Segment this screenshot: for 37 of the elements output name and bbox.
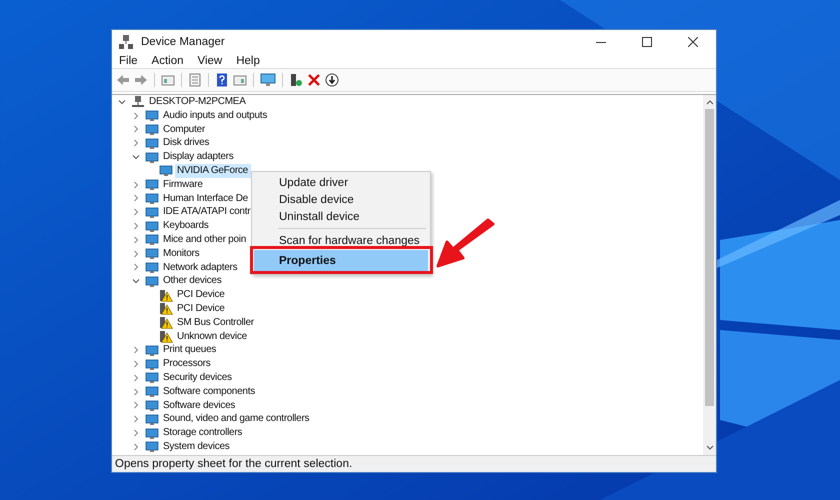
menu-item[interactable]: Action xyxy=(146,54,188,66)
menu-item[interactable]: View xyxy=(192,54,228,66)
window-title: Device Manager xyxy=(141,36,225,48)
tree-item[interactable]: Unknown device xyxy=(175,330,249,344)
status-text: Opens property sheet for the current selection. xyxy=(115,458,352,470)
tree-item[interactable]: Monitors xyxy=(161,246,202,261)
menu-item[interactable]: Help xyxy=(231,54,265,66)
tree-item[interactable]: Print queues xyxy=(161,343,218,358)
tree-item[interactable]: Security devices xyxy=(161,370,234,385)
tree-item[interactable]: Software devices xyxy=(161,398,238,412)
tree-item[interactable]: Software components xyxy=(161,384,257,399)
tree-item[interactable]: IDE ATA/ATAPI contr xyxy=(161,205,252,220)
tree-item[interactable]: Network adapters xyxy=(161,260,240,274)
tree-item[interactable]: Firmware xyxy=(161,178,205,192)
tree-item[interactable]: Display adapters xyxy=(161,150,236,164)
menu-item[interactable]: File xyxy=(114,54,143,66)
tree-item[interactable]: NVIDIA GeForce xyxy=(175,164,251,178)
tree-item[interactable]: Storage controllers xyxy=(161,426,244,440)
menu-item[interactable]: Scan for hardware changes xyxy=(254,232,428,249)
tree-item[interactable]: System devices xyxy=(161,440,232,454)
tree-item[interactable]: DESKTOP-M2PCMEA xyxy=(147,95,248,109)
tree-item[interactable]: Computer xyxy=(161,122,207,136)
tree-item[interactable]: Disk drives xyxy=(161,136,212,150)
menu-item[interactable]: Disable device xyxy=(254,191,428,208)
tree-item[interactable]: Keyboards xyxy=(161,219,211,233)
tree-item[interactable]: Human Interface De xyxy=(161,192,250,206)
menu-item[interactable]: Uninstall device xyxy=(254,208,428,225)
menu-item[interactable]: Properties xyxy=(254,250,428,272)
tree-item[interactable]: Audio inputs and outputs xyxy=(161,108,270,123)
tree-item[interactable]: Mice and other poin xyxy=(161,232,248,247)
menu-item[interactable]: Update driver xyxy=(254,174,428,191)
tree-item[interactable]: Sound, video and game controllers xyxy=(161,412,312,426)
tree-item[interactable]: SM Bus Controller xyxy=(175,316,256,330)
tree-item[interactable]: PCI Device xyxy=(175,288,227,302)
tree-item[interactable]: Processors xyxy=(161,357,213,371)
tree-item[interactable]: Other devices xyxy=(161,274,224,288)
tree-item[interactable]: PCI Device xyxy=(175,302,227,316)
